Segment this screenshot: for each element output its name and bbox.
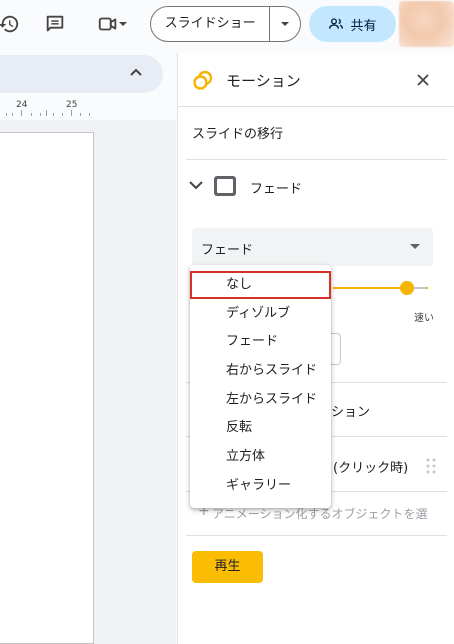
ruler-tick xyxy=(46,110,47,116)
transition-row-label: フェード xyxy=(250,182,303,197)
chevron-up-icon[interactable] xyxy=(128,65,144,81)
ruler-tick xyxy=(12,113,13,116)
slide-thumbnail-icon xyxy=(214,176,236,196)
ruler-label: 25 xyxy=(66,100,78,110)
close-icon[interactable] xyxy=(414,71,432,89)
motion-panel-header: モーション xyxy=(178,53,454,107)
menu-item-fade[interactable]: フェード xyxy=(190,328,331,356)
transition-row[interactable]: フェード xyxy=(178,171,454,203)
people-icon xyxy=(329,18,344,29)
dropdown-caret-icon xyxy=(410,244,420,249)
ruler-tick xyxy=(53,113,54,116)
menu-item-slide-from-right[interactable]: 右からスライド xyxy=(190,357,331,385)
slide-canvas-area xyxy=(0,120,176,644)
chevron-down-icon xyxy=(189,181,203,190)
avatar[interactable] xyxy=(399,1,454,47)
slideshow-options-button[interactable] xyxy=(270,7,300,41)
transition-effect-select[interactable]: フェード xyxy=(192,228,433,266)
slideshow-button[interactable]: スライドショー xyxy=(151,7,271,41)
slide-canvas[interactable] xyxy=(0,132,94,644)
top-toolbar: スライドショー 共有 xyxy=(0,0,454,50)
chevron-down-icon xyxy=(119,22,127,26)
menu-item-flip[interactable]: 反転 xyxy=(190,414,331,442)
share-button[interactable]: 共有 xyxy=(309,6,396,42)
menu-item-gallery[interactable]: ギャラリー xyxy=(190,472,331,500)
ruler-tick xyxy=(31,113,32,116)
history-icon[interactable] xyxy=(0,11,22,37)
speed-slider-thumb[interactable] xyxy=(400,281,414,295)
share-label: 共有 xyxy=(350,18,377,34)
speed-fast-label: 速い xyxy=(414,313,434,324)
menu-item-slide-from-left[interactable]: 左からスライド xyxy=(190,386,331,414)
ruler-tick xyxy=(89,113,90,116)
animation-item-trigger[interactable]: (クリック時) xyxy=(333,457,408,476)
animation-heading: ション xyxy=(331,405,371,420)
ruler-tick xyxy=(80,113,81,116)
ruler-tick xyxy=(71,110,72,116)
chevron-down-icon xyxy=(281,22,290,26)
menu-item-dissolve[interactable]: ディゾルブ xyxy=(190,300,331,328)
app-window: スライドショー 共有 24 25 モーション スライドの移行 フェード フェード… xyxy=(0,0,454,644)
speed-slider-track-rest[interactable] xyxy=(412,287,426,289)
effect-select-value: フェード xyxy=(201,243,254,258)
transition-effect-menu: なし ディゾルブ フェード 右からスライド 左からスライド 反転 立方体 ギャラ… xyxy=(190,265,331,508)
slideshow-button-group: スライドショー xyxy=(150,6,301,42)
ruler-tick xyxy=(62,113,63,116)
menu-item-none[interactable]: なし xyxy=(190,271,331,299)
drag-handle-icon[interactable] xyxy=(426,458,436,474)
ruler-tick xyxy=(40,113,41,116)
ruler-label: 24 xyxy=(16,100,28,110)
transition-heading: スライドの移行 xyxy=(192,127,284,142)
comment-icon[interactable] xyxy=(42,11,68,37)
menu-item-cube[interactable]: 立方体 xyxy=(190,443,331,471)
motion-icon xyxy=(193,70,213,90)
ruler-tick xyxy=(21,110,22,116)
ruler-tick xyxy=(6,113,7,116)
horizontal-ruler: 24 25 xyxy=(0,96,176,120)
panel-title: モーション xyxy=(226,72,301,90)
video-camera-icon[interactable] xyxy=(92,11,132,37)
divider xyxy=(186,535,447,536)
divider xyxy=(186,159,447,160)
play-button[interactable]: 再生 xyxy=(192,551,263,583)
menu-collapse-bar xyxy=(0,55,163,93)
